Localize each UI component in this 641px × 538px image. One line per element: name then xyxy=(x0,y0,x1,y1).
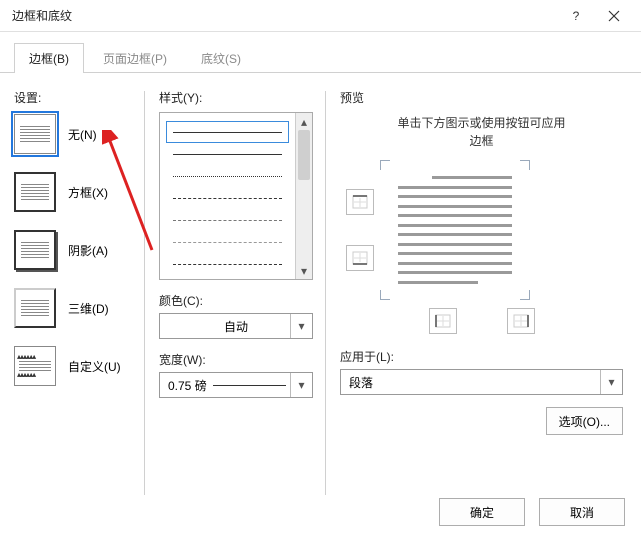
border-left-button[interactable] xyxy=(429,308,457,334)
setting-none-icon xyxy=(14,114,56,154)
close-button[interactable] xyxy=(595,1,633,31)
setting-box-icon xyxy=(14,172,56,212)
style-column: 样式(Y): ▴ ▾ 颜色(C): 自动 ▾ 宽度(W): xyxy=(145,83,325,503)
corner-icon xyxy=(380,290,390,300)
titlebar: 边框和底纹 ? xyxy=(0,0,641,32)
tabs: 边框(B) 页面边框(P) 底纹(S) xyxy=(0,32,641,73)
style-item[interactable] xyxy=(166,165,289,187)
setting-custom-label: 自定义(U) xyxy=(68,358,121,375)
style-item[interactable] xyxy=(166,253,289,275)
window-title: 边框和底纹 xyxy=(8,7,557,24)
preview-label: 预览 xyxy=(340,89,623,106)
corner-icon xyxy=(380,160,390,170)
preview-area xyxy=(340,160,623,300)
setting-shadow[interactable]: 阴影(A) xyxy=(14,230,144,270)
style-item[interactable] xyxy=(166,187,289,209)
settings-column: 设置: 无(N) 方框(X) 阴影(A) 三维(D) xyxy=(14,83,144,503)
close-icon xyxy=(608,10,620,22)
color-label: 颜色(C): xyxy=(159,292,313,309)
chevron-down-icon: ▾ xyxy=(290,373,312,397)
tab-shading[interactable]: 底纹(S) xyxy=(186,43,256,73)
width-select[interactable]: 0.75 磅 ▾ xyxy=(159,372,313,398)
setting-none[interactable]: 无(N) xyxy=(14,114,144,154)
color-select[interactable]: 自动 ▾ xyxy=(159,313,313,339)
cancel-button[interactable]: 取消 xyxy=(539,498,625,526)
dialog-footer: 确定 取消 xyxy=(439,498,625,526)
preview-paper[interactable] xyxy=(380,160,530,300)
scroll-thumb[interactable] xyxy=(298,130,310,180)
scroll-track[interactable] xyxy=(296,180,312,262)
scroll-down-icon[interactable]: ▾ xyxy=(296,262,312,279)
preview-lines-icon xyxy=(398,176,512,284)
ok-button[interactable]: 确定 xyxy=(439,498,525,526)
corner-icon xyxy=(520,290,530,300)
style-label: 样式(Y): xyxy=(159,89,313,106)
border-top-button[interactable] xyxy=(346,189,374,215)
preview-bottom-buttons xyxy=(340,308,623,334)
width-label: 宽度(W): xyxy=(159,351,313,368)
options-row: 选项(O)... xyxy=(340,407,623,435)
dialog-content: 设置: 无(N) 方框(X) 阴影(A) 三维(D) xyxy=(0,73,641,503)
tab-page-border[interactable]: 页面边框(P) xyxy=(88,43,182,73)
border-bottom-button[interactable] xyxy=(346,245,374,271)
apply-to-value: 段落 xyxy=(349,374,373,391)
preview-column: 预览 单击下方图示或使用按钮可应用 边框 xyxy=(326,83,627,503)
style-item[interactable] xyxy=(166,209,289,231)
border-right-button[interactable] xyxy=(507,308,535,334)
border-right-icon xyxy=(513,314,529,328)
chevron-down-icon: ▾ xyxy=(290,314,312,338)
apply-to-label: 应用于(L): xyxy=(340,348,623,365)
setting-custom-icon: ▴▴▴▴▴▴ ▴▴▴▴▴▴ xyxy=(14,346,56,386)
apply-to-select[interactable]: 段落 ▾ xyxy=(340,369,623,395)
setting-shadow-label: 阴影(A) xyxy=(68,242,108,259)
style-item[interactable] xyxy=(166,231,289,253)
chevron-down-icon: ▾ xyxy=(600,370,622,394)
setting-3d-label: 三维(D) xyxy=(68,300,109,317)
tab-border[interactable]: 边框(B) xyxy=(14,43,84,73)
help-button[interactable]: ? xyxy=(557,1,595,31)
preview-hint: 单击下方图示或使用按钮可应用 边框 xyxy=(340,114,623,150)
scroll-up-icon[interactable]: ▴ xyxy=(296,113,312,130)
setting-custom[interactable]: ▴▴▴▴▴▴ ▴▴▴▴▴▴ 自定义(U) xyxy=(14,346,144,386)
style-item[interactable] xyxy=(166,121,289,143)
setting-shadow-icon xyxy=(14,230,56,270)
style-list: ▴ ▾ xyxy=(159,112,313,280)
setting-box-label: 方框(X) xyxy=(68,184,108,201)
setting-box[interactable]: 方框(X) xyxy=(14,172,144,212)
corner-icon xyxy=(520,160,530,170)
settings-label: 设置: xyxy=(14,89,144,106)
preview-side-buttons xyxy=(340,189,380,271)
setting-none-label: 无(N) xyxy=(68,126,97,143)
scrollbar[interactable]: ▴ ▾ xyxy=(295,113,312,279)
width-line-icon xyxy=(213,385,286,386)
width-value: 0.75 磅 xyxy=(168,377,207,394)
color-value: 自动 xyxy=(168,318,304,335)
border-bottom-icon xyxy=(352,251,368,265)
border-top-icon xyxy=(352,195,368,209)
options-button[interactable]: 选项(O)... xyxy=(546,407,623,435)
setting-3d[interactable]: 三维(D) xyxy=(14,288,144,328)
style-items xyxy=(160,113,295,279)
style-item[interactable] xyxy=(166,143,289,165)
setting-3d-icon xyxy=(14,288,56,328)
border-left-icon xyxy=(435,314,451,328)
